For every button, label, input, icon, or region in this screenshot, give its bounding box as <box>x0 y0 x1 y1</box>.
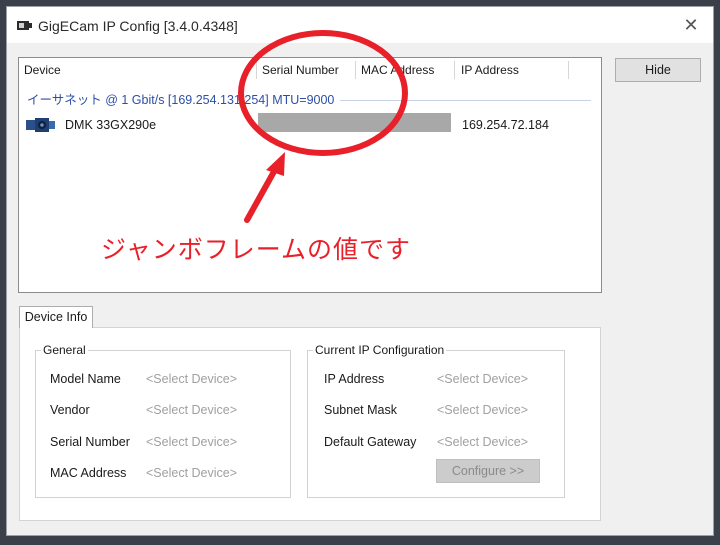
camera-device-icon <box>26 118 55 132</box>
ip-address-label: IP Address <box>324 372 385 386</box>
column-header-ip-address[interactable]: IP Address <box>456 60 519 80</box>
ip-config-group-title: Current IP Configuration <box>313 343 447 357</box>
vendor-label: Vendor <box>50 403 90 417</box>
general-groupbox: General Model Name <Select Device> Vendo… <box>35 343 291 498</box>
column-header-device[interactable]: Device <box>19 60 61 80</box>
hide-button[interactable]: Hide <box>615 58 701 82</box>
tab-device-info[interactable]: Device Info <box>19 306 93 328</box>
redacted-serial-mac <box>258 113 451 132</box>
configure-button[interactable]: Configure >> <box>436 459 540 483</box>
ip-config-groupbox: Current IP Configuration IP Address <Sel… <box>307 343 565 498</box>
mac-address-value: <Select Device> <box>146 466 238 480</box>
device-name[interactable]: DMK 33GX290e <box>65 116 156 134</box>
serial-number-value: <Select Device> <box>146 435 238 449</box>
model-name-value: <Select Device> <box>146 372 238 386</box>
window-title: GigECam IP Config [3.4.0.4348] <box>38 18 238 34</box>
close-button[interactable]: ✕ <box>679 13 703 37</box>
column-header-mac-address[interactable]: MAC Address <box>356 60 434 80</box>
ip-address-value: <Select Device> <box>437 372 529 386</box>
column-header-serial-number[interactable]: Serial Number <box>257 60 339 80</box>
model-name-label: Model Name <box>50 372 121 386</box>
device-info-panel: General Model Name <Select Device> Vendo… <box>19 327 601 521</box>
serial-number-label: Serial Number <box>50 435 130 449</box>
vendor-value: <Select Device> <box>146 403 238 417</box>
subnet-mask-label: Subnet Mask <box>324 403 397 417</box>
annotation-text: ジャンボフレームの値です <box>101 236 412 264</box>
subnet-mask-value: <Select Device> <box>437 403 529 417</box>
column-separator[interactable] <box>568 61 569 79</box>
camera-app-icon <box>17 21 32 30</box>
close-icon: ✕ <box>683 15 699 35</box>
general-group-title: General <box>41 343 88 357</box>
title-bar: GigECam IP Config [3.4.0.4348] ✕ <box>7 7 713 43</box>
device-ip-address[interactable]: 169.254.72.184 <box>462 116 549 134</box>
network-group-label: イーサネット @ 1 Gbit/s [169.254.131.254] MTU=… <box>27 91 341 109</box>
column-separator[interactable] <box>454 61 455 79</box>
default-gateway-value: <Select Device> <box>437 435 529 449</box>
mac-address-label: MAC Address <box>50 466 127 480</box>
default-gateway-label: Default Gateway <box>324 435 417 449</box>
app-window: GigECam IP Config [3.4.0.4348] ✕ Device … <box>6 6 714 536</box>
